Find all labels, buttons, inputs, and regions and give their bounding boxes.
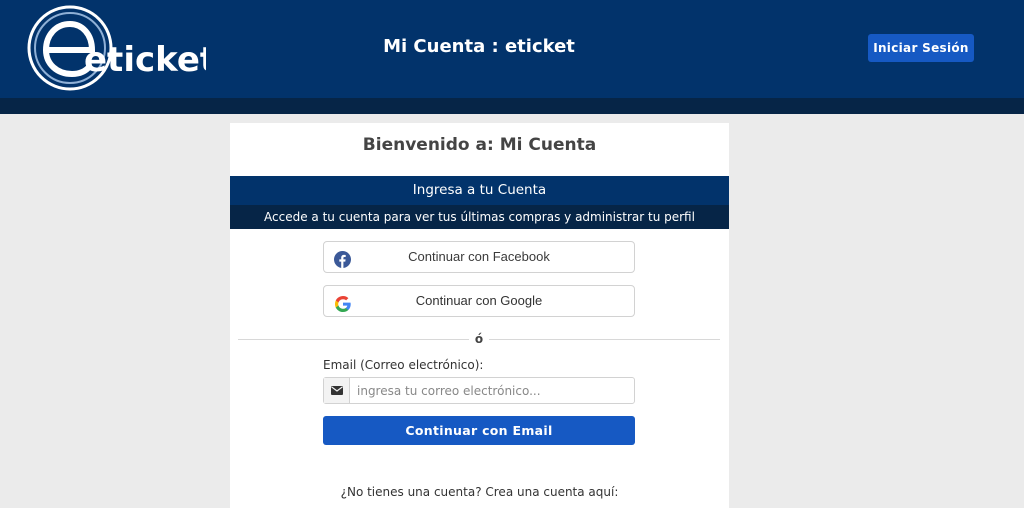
login-card: Bienvenido a: Mi Cuenta Ingresa a tu Cue…: [230, 123, 729, 508]
login-button[interactable]: Iniciar Sesión: [868, 34, 974, 62]
google-login-button[interactable]: Continuar con Google: [323, 285, 635, 317]
facebook-login-label: Continuar con Facebook: [408, 249, 550, 264]
email-label: Email (Correo electrónico):: [323, 358, 484, 372]
header-strip: [0, 98, 1024, 114]
facebook-login-button[interactable]: Continuar con Facebook: [323, 241, 635, 273]
no-account-text: ¿No tienes una cuenta? Crea una cuenta a…: [340, 485, 619, 499]
site-header: eticket Mi Cuenta : eticket Iniciar Sesi…: [0, 0, 1024, 98]
email-input[interactable]: [351, 378, 634, 403]
email-input-group: [323, 377, 635, 404]
facebook-icon: [334, 249, 351, 268]
google-icon: [334, 293, 351, 312]
page-title: Mi Cuenta : eticket: [383, 36, 575, 57]
welcome-heading: Bienvenido a: Mi Cuenta: [362, 135, 597, 155]
envelope-icon: [324, 378, 350, 403]
google-login-label: Continuar con Google: [415, 293, 543, 308]
or-separator: ó: [469, 332, 489, 346]
continue-email-button[interactable]: Continuar con Email: [323, 416, 635, 445]
login-band-subtitle: Accede a tu cuenta para ver tus últimas …: [230, 205, 729, 229]
login-band-title: Ingresa a tu Cuenta: [230, 176, 729, 205]
